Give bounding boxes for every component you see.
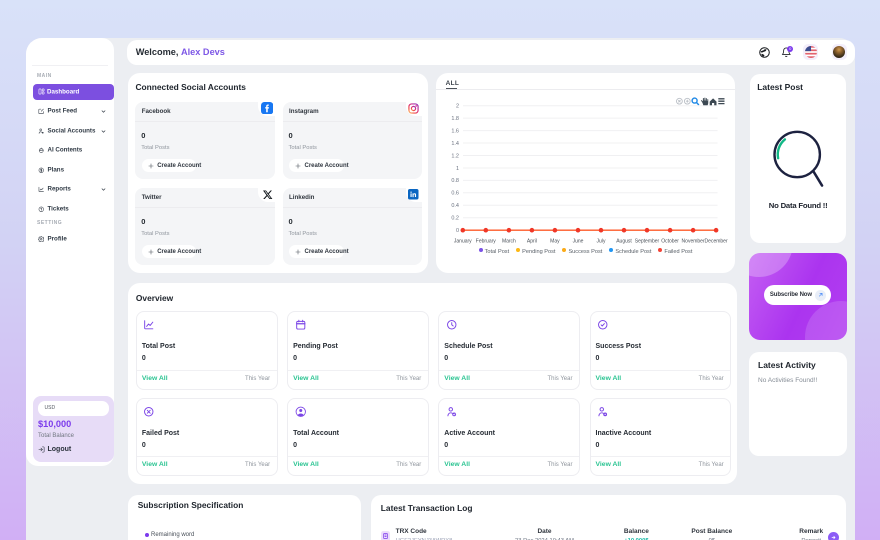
svg-text:July: July bbox=[596, 239, 605, 245]
svg-text:1.8: 1.8 bbox=[451, 116, 459, 122]
svg-text:June: June bbox=[572, 239, 583, 245]
svg-text:1: 1 bbox=[456, 166, 459, 172]
svg-text:2: 2 bbox=[456, 104, 459, 110]
svg-text:January: January bbox=[454, 239, 472, 245]
svg-text:August: August bbox=[616, 239, 632, 245]
svg-text:April: April bbox=[527, 239, 537, 245]
svg-text:0.6: 0.6 bbox=[451, 191, 459, 197]
svg-text:1.6: 1.6 bbox=[451, 128, 459, 134]
svg-text:1.4: 1.4 bbox=[451, 141, 459, 147]
svg-text:0.2: 0.2 bbox=[451, 216, 459, 222]
svg-text:March: March bbox=[502, 239, 516, 245]
svg-text:November: November bbox=[681, 239, 704, 245]
svg-text:December: December bbox=[704, 239, 727, 245]
svg-text:1.2: 1.2 bbox=[451, 153, 459, 159]
svg-text:0.4: 0.4 bbox=[451, 203, 459, 209]
svg-text:September: September bbox=[635, 239, 660, 245]
svg-text:May: May bbox=[550, 239, 560, 245]
svg-text:0: 0 bbox=[456, 228, 459, 234]
svg-text:February: February bbox=[476, 239, 497, 245]
svg-text:October: October bbox=[661, 239, 679, 245]
svg-text:0.8: 0.8 bbox=[451, 178, 459, 184]
